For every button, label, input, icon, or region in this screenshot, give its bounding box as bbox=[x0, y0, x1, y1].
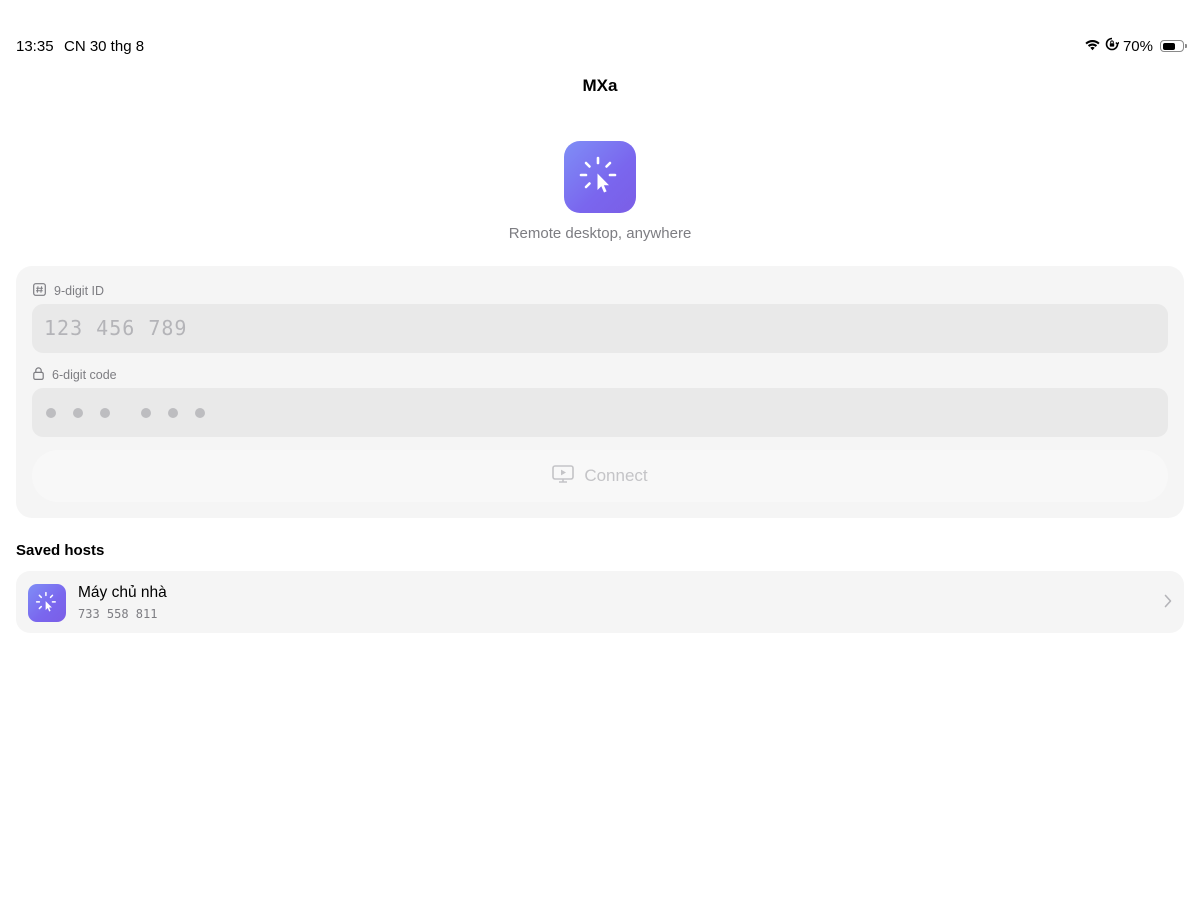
status-bar: 13:35 CN 30 thg 8 70% bbox=[0, 0, 1200, 60]
code-dot bbox=[141, 408, 151, 418]
code-dot bbox=[195, 408, 205, 418]
screen-play-icon bbox=[552, 464, 575, 488]
code-placeholder-dots bbox=[46, 408, 222, 418]
saved-host-name: Máy chủ nhà bbox=[78, 584, 167, 601]
saved-host-item[interactable]: Máy chủ nhà 733 558 811 bbox=[16, 571, 1184, 633]
id-field-label-text: 9-digit ID bbox=[54, 284, 105, 298]
code-input[interactable] bbox=[32, 388, 1168, 437]
code-dot bbox=[73, 408, 83, 418]
saved-hosts-title: Saved hosts bbox=[16, 542, 105, 559]
id-input-placeholder: 123 456 789 bbox=[44, 316, 188, 340]
tagline: Remote desktop, anywhere bbox=[508, 225, 692, 242]
connect-button-label: Connect bbox=[584, 466, 648, 485]
code-dot bbox=[100, 408, 110, 418]
status-date: CN 30 thg 8 bbox=[64, 38, 145, 55]
battery-percent: 70% bbox=[1122, 37, 1153, 55]
page-title: MXa bbox=[582, 76, 618, 95]
id-field-label: 9-digit ID bbox=[33, 283, 104, 299]
hash-icon bbox=[33, 283, 46, 299]
connect-form-card: 9-digit ID 123 456 789 6-digit code Conn… bbox=[16, 266, 1184, 518]
connect-button[interactable]: Connect bbox=[32, 450, 1168, 502]
wifi-icon bbox=[1084, 38, 1101, 55]
saved-host-id: 733 558 811 bbox=[78, 607, 158, 621]
lock-icon bbox=[33, 367, 44, 383]
code-field-label-text: 6-digit code bbox=[52, 368, 117, 382]
battery-icon bbox=[1160, 40, 1187, 52]
code-dot bbox=[168, 408, 178, 418]
app-logo-cursor-icon bbox=[564, 141, 636, 213]
screen-rotation-lock-icon bbox=[1105, 37, 1120, 55]
chevron-right-icon bbox=[1164, 594, 1172, 613]
battery-level-fill bbox=[1162, 42, 1176, 50]
status-indicators: 70% bbox=[1084, 37, 1187, 55]
app-logo-cursor-icon bbox=[28, 584, 66, 622]
id-input[interactable]: 123 456 789 bbox=[32, 304, 1168, 353]
status-time: 13:35 bbox=[16, 38, 54, 55]
code-field-label: 6-digit code bbox=[33, 367, 117, 383]
code-dot bbox=[46, 408, 56, 418]
